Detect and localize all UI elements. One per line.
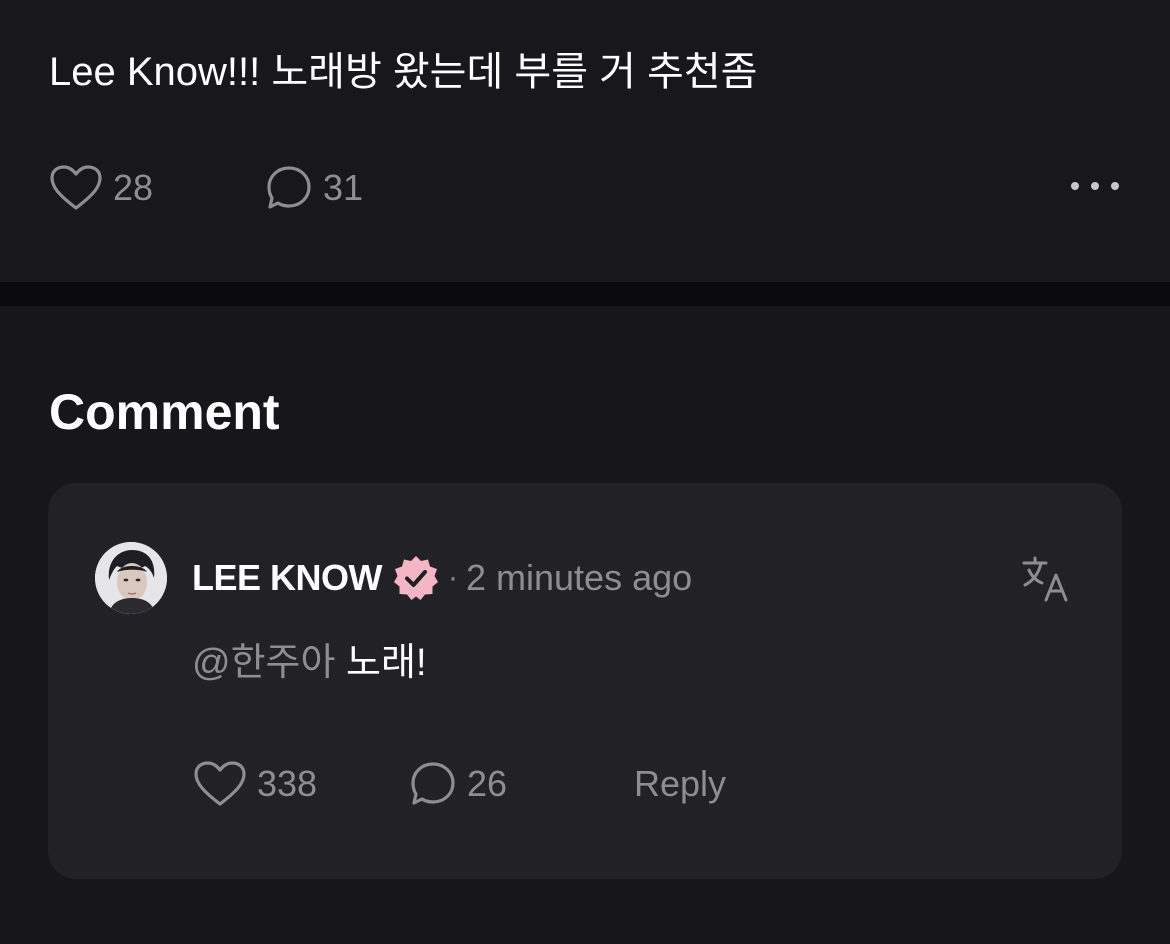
post-comment-count: 31 (323, 167, 364, 208)
comment-text: 노래! (346, 642, 427, 684)
comment-header: LEE KNOW · 2 minutes ago (192, 553, 692, 603)
heart-icon (193, 760, 247, 808)
translate-button[interactable] (1020, 553, 1072, 605)
more-horizontal-icon (1069, 179, 1121, 197)
comment-author[interactable]: LEE KNOW (192, 557, 383, 599)
comment-body: @한주아 노래! (192, 635, 427, 691)
section-divider (0, 282, 1170, 306)
comment-actions: 338 26 Reply (193, 756, 993, 812)
heart-icon (49, 164, 103, 212)
verified-badge-icon (392, 554, 440, 602)
comment-like-count: 338 (257, 763, 318, 804)
speech-bubble-icon (265, 164, 313, 212)
comment-section-title: Comment (49, 384, 280, 440)
comment-section: Comment LEE KNOW · 2 minutes ago @한주아 노래… (0, 306, 1170, 944)
post-like-count: 28 (113, 167, 154, 208)
post-like-button[interactable]: 28 (49, 160, 153, 216)
comment-like-button[interactable]: 338 (193, 756, 317, 812)
reply-button[interactable]: Reply (634, 756, 726, 812)
speech-bubble-icon (409, 760, 457, 808)
separator-dot: · (448, 561, 458, 594)
comment-card: LEE KNOW · 2 minutes ago @한주아 노래! 338 26… (48, 483, 1122, 879)
post-text: Lee Know!!! 노래방 왔는데 부를 거 추천좀 (49, 50, 758, 94)
translate-icon (1020, 556, 1072, 609)
post: Lee Know!!! 노래방 왔는데 부를 거 추천좀 28 31 (0, 0, 1170, 282)
more-options-button[interactable] (1061, 160, 1121, 216)
comment-mention[interactable]: @한주아 (192, 642, 335, 684)
comment-replies-button[interactable]: 26 (409, 756, 507, 812)
post-comment-button[interactable]: 31 (265, 160, 363, 216)
comment-timestamp: 2 minutes ago (466, 557, 693, 598)
post-actions: 28 31 (49, 160, 1121, 216)
avatar[interactable] (95, 542, 167, 614)
comment-reply-count: 26 (467, 763, 508, 804)
